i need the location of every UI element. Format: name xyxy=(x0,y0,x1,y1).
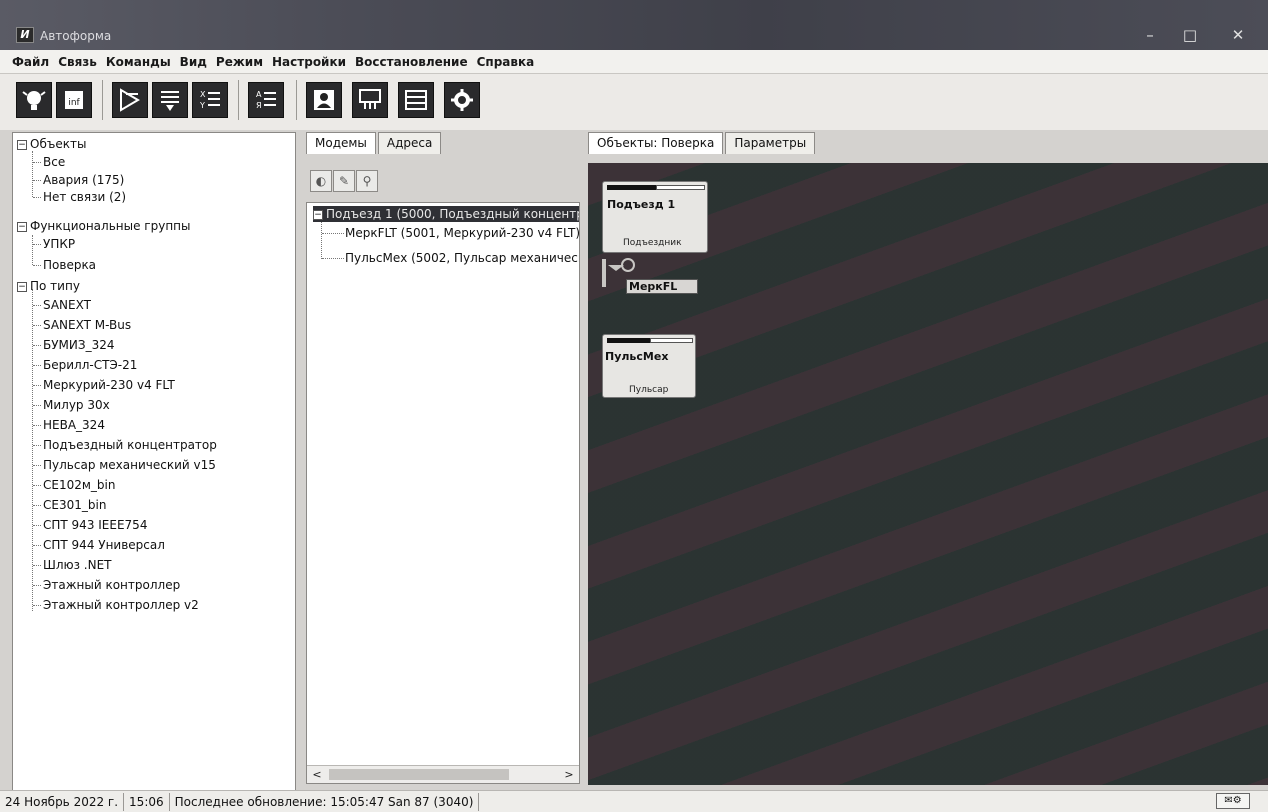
tree-item-no-connection[interactable]: Нет связи (2) xyxy=(43,189,126,205)
svg-text:A: A xyxy=(256,90,262,99)
modem-row[interactable]: ПульсМех (5002, Пульсар механический v15… xyxy=(345,250,579,266)
close-button[interactable]: ✕ xyxy=(1218,24,1258,46)
tree-item-type[interactable]: СЕ102м_bin xyxy=(43,477,115,493)
status-date: 24 Ноябрь 2022 г. xyxy=(0,792,125,811)
tree-item-type[interactable]: Берилл-СТЭ-21 xyxy=(43,357,137,373)
tab-addresses[interactable]: Адреса xyxy=(377,132,442,154)
tree-item-alarm[interactable]: Авария (175) xyxy=(43,172,124,188)
status-bar-track xyxy=(656,185,705,190)
object-card[interactable]: ПульсМех Пульсар xyxy=(602,334,696,398)
toolbar-separator xyxy=(238,80,239,120)
object-card[interactable]: Подъезд 1 Подъездник xyxy=(602,181,708,253)
status-bar: 24 Ноябрь 2022 г. 15:06 Последнее обновл… xyxy=(0,790,1268,812)
mid-toolbar: ◐ ✎ ⚲ xyxy=(310,170,379,198)
menu-link[interactable]: Связь xyxy=(58,55,97,69)
menu-settings[interactable]: Настройки xyxy=(272,55,346,69)
object-canvas[interactable]: Подъезд 1 Подъездник МеркFL ПульсМех Пул… xyxy=(588,163,1268,785)
tree-item-all[interactable]: Все xyxy=(43,154,65,170)
list-download-icon[interactable] xyxy=(152,82,188,118)
tree-node-groups[interactable]: − Функциональные группы xyxy=(17,218,190,234)
ay-list-icon[interactable]: AЯ xyxy=(248,82,284,118)
collapse-icon[interactable]: − xyxy=(17,221,27,232)
tree-item-type[interactable]: СПТ 943 IEEE754 xyxy=(43,517,147,533)
menu-restore[interactable]: Восстановление xyxy=(355,55,468,69)
tree-node-objects[interactable]: − Объекты xyxy=(17,136,86,152)
tree-item-type[interactable]: Милур 30х xyxy=(43,397,110,413)
minimize-button[interactable]: – xyxy=(1130,24,1170,46)
bulb-icon[interactable] xyxy=(16,82,52,118)
horizontal-scrollbar[interactable]: < > xyxy=(307,765,579,783)
right-tab-strip: Объекты: Поверка Параметры xyxy=(588,132,817,156)
object-card-type: Подъездник xyxy=(623,238,682,248)
svg-text:X: X xyxy=(200,90,206,99)
object-card-name: Подъезд 1 xyxy=(607,198,676,211)
status-icons[interactable]: ✉⚙ xyxy=(1216,793,1250,809)
svg-text:Y: Y xyxy=(199,101,205,110)
svg-text:inf: inf xyxy=(68,98,80,108)
object-tree-panel[interactable]: − Объекты Все Авария (175) Нет связи (2) … xyxy=(12,132,296,792)
collapse-icon[interactable]: − xyxy=(17,139,27,150)
toolbar-separator xyxy=(102,80,103,120)
table-icon[interactable] xyxy=(398,82,434,118)
status-bar-track xyxy=(650,338,693,343)
tree-item-upkr[interactable]: УПКР xyxy=(43,236,75,252)
tree-item-type[interactable]: Этажный контроллер v2 xyxy=(43,597,199,613)
tree-item-type[interactable]: Этажный контроллер xyxy=(43,577,180,593)
user-icon[interactable] xyxy=(306,82,342,118)
tree-item-type[interactable]: Меркурий-230 v4 FLT xyxy=(43,377,175,393)
tab-modems[interactable]: Модемы xyxy=(306,132,376,154)
tab-parameters[interactable]: Параметры xyxy=(725,132,816,154)
tree-item-type[interactable]: SANEXT xyxy=(43,297,91,313)
tree-item-verification[interactable]: Поверка xyxy=(43,257,96,273)
modem-tree-panel[interactable]: −Подъезд 1 (5000, Подъездный концентрато… xyxy=(306,202,580,784)
mid-tab-strip: Модемы Адреса xyxy=(306,132,443,156)
menu-bar: Файл Связь Команды Вид Режим Настройки В… xyxy=(0,50,1268,74)
svg-text:Я: Я xyxy=(256,101,262,110)
toolbar-separator xyxy=(296,80,297,120)
tree-item-type[interactable]: БУМИЗ_324 xyxy=(43,337,114,353)
meters-icon[interactable] xyxy=(352,82,388,118)
modem-row-selected[interactable]: −Подъезд 1 (5000, Подъездный концентрато… xyxy=(313,206,579,222)
menu-commands[interactable]: Команды xyxy=(106,55,171,69)
tree-item-type[interactable]: Подъездный концентратор xyxy=(43,437,217,453)
magnifier-icon[interactable]: ⚲ xyxy=(356,170,378,192)
xy-list-icon[interactable]: XY xyxy=(192,82,228,118)
tree-item-type[interactable]: СПТ 944 Универсал xyxy=(43,537,165,553)
status-last-update: Последнее обновление: 15:05:47 San 87 (3… xyxy=(170,792,480,811)
status-bar xyxy=(607,338,650,343)
app-icon: И xyxy=(16,27,34,43)
scroll-thumb[interactable] xyxy=(329,769,509,780)
meter-label[interactable]: МеркFL xyxy=(626,279,698,294)
menu-help[interactable]: Справка xyxy=(477,55,535,69)
tree-item-type[interactable]: Пульсар механический v15 xyxy=(43,457,216,473)
menu-file[interactable]: Файл xyxy=(12,55,49,69)
tree-node-by-type[interactable]: − По типу xyxy=(17,278,80,294)
title-bar: И Автоформа – □ ✕ xyxy=(0,0,1268,50)
collapse-icon[interactable]: − xyxy=(313,209,323,220)
menu-view[interactable]: Вид xyxy=(180,55,207,69)
tree-item-type[interactable]: НЕВА_324 xyxy=(43,417,105,433)
object-card-type: Пульсар xyxy=(629,385,669,395)
scroll-right-arrow[interactable]: > xyxy=(561,766,577,783)
toolbar: inf XY AЯ xyxy=(0,74,1268,130)
info-icon[interactable]: inf xyxy=(56,82,92,118)
tree-item-type[interactable]: Шлюз .NET xyxy=(43,557,112,573)
maximize-button[interactable]: □ xyxy=(1170,24,1210,46)
status-bar xyxy=(607,185,656,190)
tree-item-type[interactable]: SANEXT M-Bus xyxy=(43,317,131,333)
gear-icon[interactable] xyxy=(444,82,480,118)
globe-icon[interactable]: ◐ xyxy=(310,170,332,192)
menu-mode[interactable]: Режим xyxy=(216,55,263,69)
object-card-name: ПульсМех xyxy=(605,350,669,363)
tab-objects-verification[interactable]: Объекты: Поверка xyxy=(588,132,724,154)
window-title: Автоформа xyxy=(40,29,112,43)
flag-icon[interactable] xyxy=(112,82,148,118)
modem-row[interactable]: МеркFLT (5001, Меркурий-230 v4 FLT) xyxy=(345,225,579,241)
collapse-icon[interactable]: − xyxy=(17,281,27,292)
tree-item-type[interactable]: СЕ301_bin xyxy=(43,497,106,513)
status-time: 15:06 xyxy=(124,792,170,811)
wand-icon[interactable]: ✎ xyxy=(333,170,355,192)
scroll-left-arrow[interactable]: < xyxy=(309,766,325,783)
